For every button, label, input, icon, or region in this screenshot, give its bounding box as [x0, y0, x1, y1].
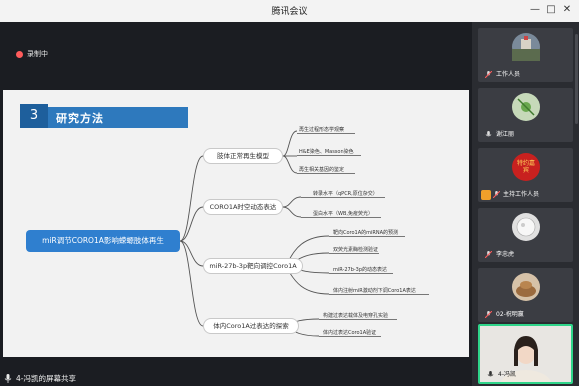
participant-tile[interactable]: 特约嘉宾 主持工作人员 [478, 148, 573, 202]
leaf-underline [329, 253, 379, 254]
avatar: 特约嘉宾 [512, 153, 540, 181]
leaf-vector-construction: 构建过表达载体及电穿孔实验 [323, 313, 389, 319]
screen-share-label: 4-冯凯的屏幕共享 [16, 373, 76, 383]
leaf-genes: 再生相关基因的鉴定 [299, 167, 345, 173]
participant-panel: 工作人员 谢江丽 特约嘉宾 主持工作人员 李忠虎 02-祝明赢 4-冯凯 [472, 22, 579, 386]
avatar-image-icon [517, 98, 535, 116]
maximize-button[interactable]: □ [544, 3, 558, 17]
avatar-image-icon [516, 281, 536, 297]
participant-tile[interactable]: 工作人员 [478, 28, 573, 82]
leaf-underline [297, 155, 361, 156]
branch-overexpression: 体内Coro1A过表达的探索 [203, 318, 299, 334]
leaf-staining: H&E染色、Masson染色 [299, 149, 354, 155]
leaf-underline [301, 217, 381, 218]
mindmap-root: miR调节CORO1A影响蝾螈肢体再生 [26, 230, 180, 252]
participant-tile[interactable]: 02-祝明赢 [478, 268, 573, 322]
app-title: 腾讯会议 [271, 7, 308, 17]
mic-muted-icon [493, 191, 500, 198]
participant-tile[interactable]: 李忠虎 [478, 208, 573, 262]
host-badge-icon [481, 190, 491, 200]
leaf-dynamic-expression: miR-27b-3p的动态表达 [333, 267, 388, 273]
leaf-underline [329, 294, 429, 295]
participant-name: 李忠虎 [496, 251, 515, 258]
mic-muted-icon [485, 311, 492, 318]
avatar [512, 273, 540, 301]
title-bar: 腾讯会议 — □ ✕ [0, 0, 579, 22]
avatar [512, 33, 540, 61]
recording-indicator[interactable]: 录制中 [16, 47, 48, 61]
recording-dot-icon [16, 50, 23, 58]
leaf-underline [329, 236, 405, 237]
avatar [512, 93, 540, 121]
microphone-icon [4, 373, 12, 383]
mic-muted-icon [485, 71, 492, 78]
leaf-overexpression-validation: 体内过表达Coro1A验证 [323, 330, 377, 336]
branch-limb-model: 肢体正常再生模型 [203, 148, 283, 164]
leaf-underline [319, 336, 381, 337]
recording-label: 录制中 [27, 50, 48, 58]
mic-muted-icon [485, 251, 492, 258]
mic-icon [485, 131, 492, 137]
participant-name: 02-祝明赢 [496, 311, 524, 318]
participant-tile-active[interactable]: 4-冯凯 [478, 324, 573, 384]
participant-name: 4-冯凯 [498, 371, 516, 378]
participant-name: 谢江丽 [496, 131, 515, 138]
branch-mir27b: miR-27b-3p靶向调控Coro1A [203, 258, 303, 274]
shared-screen-stage: 录制中 3 研究方法 miR调节CORO1A影响蝾螈肢体再生 肢体正常再生模型 … [0, 22, 472, 386]
mindmap-connectors [179, 130, 330, 337]
leaf-underline [297, 173, 355, 174]
leaf-transcription: 转录水平（qPCR,原位杂交） [313, 191, 378, 197]
mic-icon [487, 371, 494, 377]
leaf-protein: 蛋白水平（WB,免疫荧光） [313, 211, 373, 217]
close-button[interactable]: ✕ [560, 3, 574, 17]
avatar-image-icon [512, 36, 540, 61]
avatar [512, 213, 540, 241]
leaf-mirna-prediction: 靶向Coro1A的miRNA的预测 [333, 230, 399, 236]
leaf-morphology: 再生过程形态学观察 [299, 127, 345, 133]
minimize-button[interactable]: — [528, 3, 542, 17]
leaf-underline [319, 319, 397, 320]
participant-tile[interactable]: 谢江丽 [478, 88, 573, 142]
branch-coro1a-expression: CORO1A时空动态表达 [203, 199, 283, 215]
screen-share-label-bar: 4-冯凯的屏幕共享 [0, 370, 472, 386]
avatar-image-icon [516, 217, 536, 237]
presentation-slide: 3 研究方法 miR调节CORO1A影响蝾螈肢体再生 肢体正常再生模型 CORO… [3, 90, 469, 357]
leaf-underline [329, 273, 393, 274]
leaf-luciferase: 双荧光素酶检测验证 [333, 247, 379, 253]
participant-name: 主持工作人员 [503, 191, 540, 198]
leaf-underline [297, 133, 355, 134]
leaf-underline [301, 197, 385, 198]
leaf-agonist-injection: 体内注射miR激动剂下调Coro1A表达 [333, 288, 416, 294]
panel-scrollbar[interactable] [575, 34, 578, 124]
participant-name: 工作人员 [496, 71, 521, 78]
